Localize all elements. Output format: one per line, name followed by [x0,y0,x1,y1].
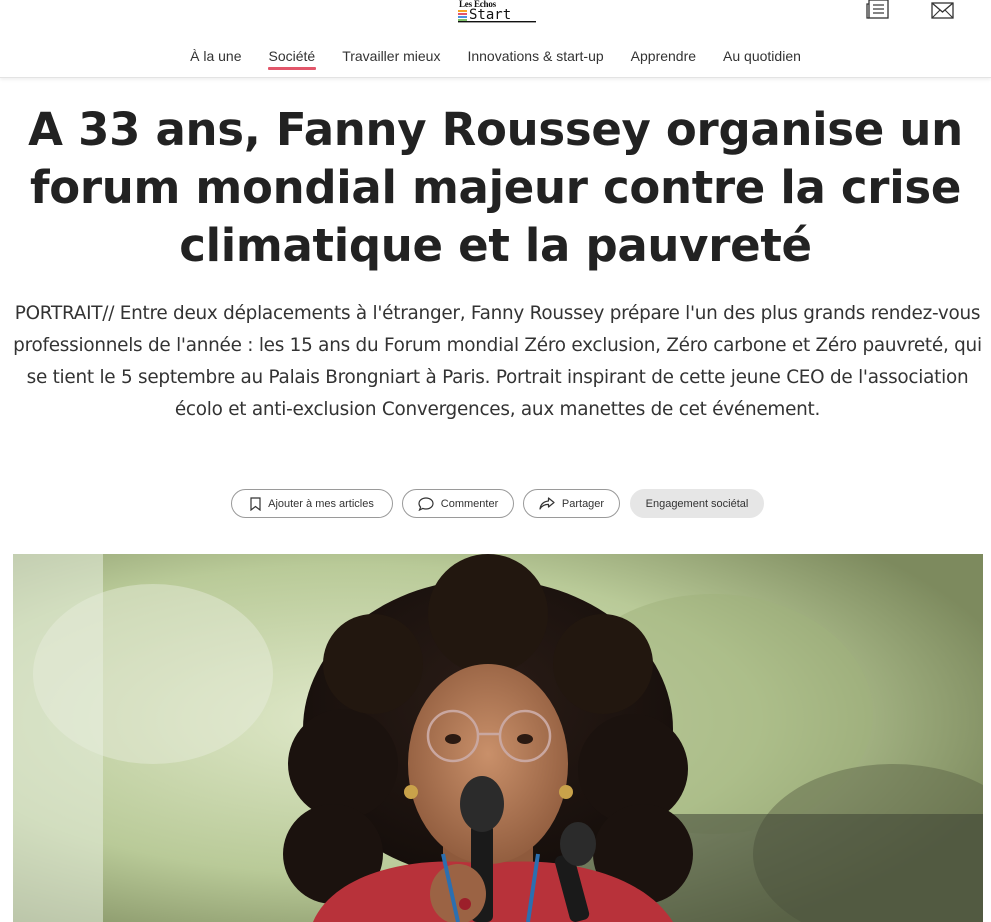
comment-button[interactable]: Commenter [402,489,514,518]
hero-photo-illustration [13,554,983,922]
share-button[interactable]: Partager [523,489,620,518]
nav-item-a-la-une[interactable]: À la une [177,46,255,70]
topic-tag-label: Engagement sociétal [645,497,749,510]
bookmark-icon [250,496,261,511]
logo-underline [458,21,536,23]
article-lede: PORTRAIT// Entre deux déplacements à l'é… [13,303,982,420]
article-page: Les Echos Start À la une Société Travail… [0,0,991,922]
share-arrow-icon [539,497,555,510]
share-label: Partager [561,497,605,510]
nav-item-innovations[interactable]: Innovations & start-up [454,46,617,70]
comment-label: Commenter [440,497,499,510]
main-navigation: À la une Société Travailler mieux Innova… [0,46,991,70]
topic-tag[interactable]: Engagement sociétal [630,489,764,518]
site-logo[interactable]: Les Echos Start [458,0,538,24]
logo-wordmark: Start [469,7,512,23]
hero-photo [13,554,983,922]
article-title: A 33 ans, Fanny Roussey organise un foru… [28,103,963,272]
newspaper-icon[interactable] [866,0,892,20]
speech-bubble-icon [418,496,434,511]
nav-item-travailler-mieux[interactable]: Travailler mieux [329,46,454,70]
bookmark-button[interactable]: Ajouter à mes articles [231,489,393,518]
envelope-icon[interactable] [931,0,957,20]
bookmark-label: Ajouter à mes articles [268,497,374,510]
nav-item-au-quotidien[interactable]: Au quotidien [710,46,815,70]
site-header: Les Echos Start À la une Société Travail… [0,0,991,78]
nav-item-apprendre[interactable]: Apprendre [617,46,709,70]
nav-item-societe[interactable]: Société [255,46,329,70]
